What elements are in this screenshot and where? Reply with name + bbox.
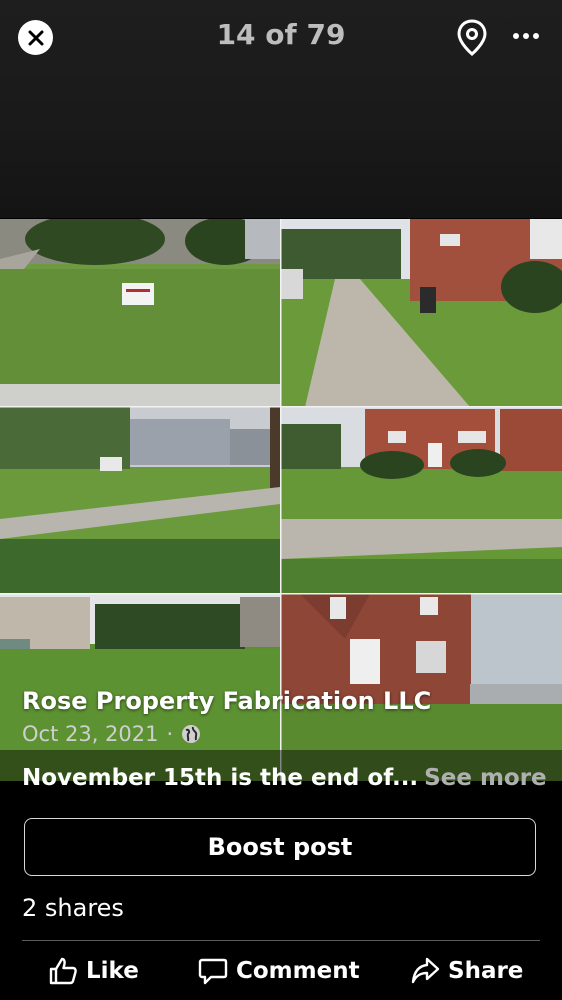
boost-post-button[interactable]: Boost post (24, 818, 536, 876)
post-author[interactable]: Rose Property Fabrication LLC (22, 687, 431, 715)
more-options-button[interactable] (512, 24, 540, 48)
share-button[interactable]: Share (410, 952, 523, 990)
like-label: Like (86, 958, 139, 984)
meta-separator: · (166, 722, 174, 746)
post-photo[interactable]: Rose Property Fabrication LLC Oct 23, 20… (0, 219, 562, 781)
thumbs-up-icon (49, 957, 77, 985)
share-arrow-icon (411, 957, 440, 984)
share-count[interactable]: 2 shares (22, 894, 124, 922)
more-horizontal-icon (513, 33, 539, 39)
post-caption: November 15th is the end of... See more (22, 765, 547, 791)
map-pin-icon (457, 19, 487, 56)
actions-divider (22, 940, 540, 941)
comment-button[interactable]: Comment (198, 952, 360, 990)
share-label: Share (448, 958, 524, 984)
comment-bubble-icon (198, 958, 228, 985)
see-more-link[interactable]: See more (424, 765, 546, 791)
post-meta: Oct 23, 2021 · (22, 722, 201, 746)
like-button[interactable]: Like (48, 952, 139, 990)
caption-text: November 15th is the end of... (22, 765, 419, 791)
comment-label: Comment (236, 958, 360, 984)
post-date: Oct 23, 2021 (22, 722, 159, 746)
globe-icon (182, 725, 201, 743)
location-button[interactable] (456, 19, 488, 57)
